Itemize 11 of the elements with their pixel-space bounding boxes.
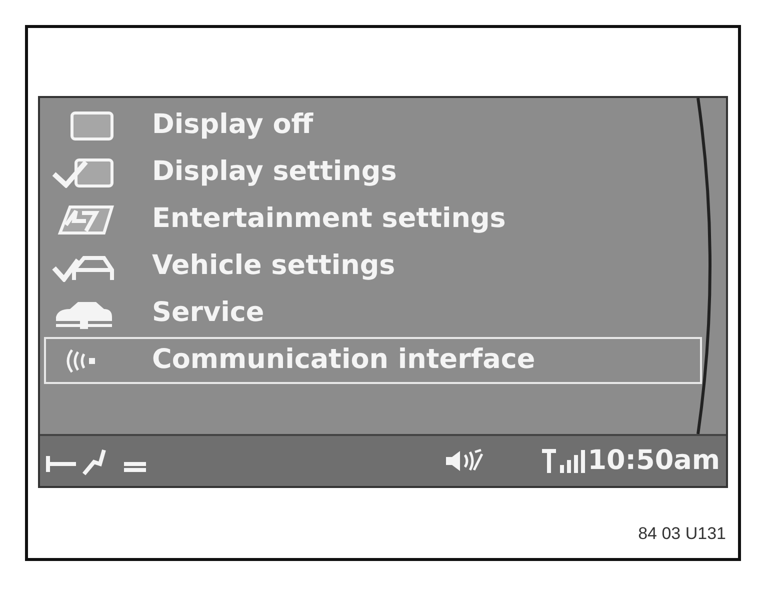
menu-item[interactable]: Display settings: [44, 149, 702, 196]
menu-item[interactable]: Entertainment settings: [44, 196, 702, 243]
menu-item[interactable]: Communication interface: [44, 337, 702, 384]
checkmark-screen-icon: [52, 158, 116, 188]
menu-item[interactable]: Service: [44, 290, 702, 337]
signal-icon: [542, 447, 588, 475]
clock-time: 10:50am: [588, 444, 720, 478]
speaker-icon: [444, 448, 484, 474]
figure-code: 84 03 U131: [638, 522, 726, 544]
menu-item[interactable]: Display off: [44, 102, 702, 149]
menu-item[interactable]: Vehicle settings: [44, 243, 702, 290]
